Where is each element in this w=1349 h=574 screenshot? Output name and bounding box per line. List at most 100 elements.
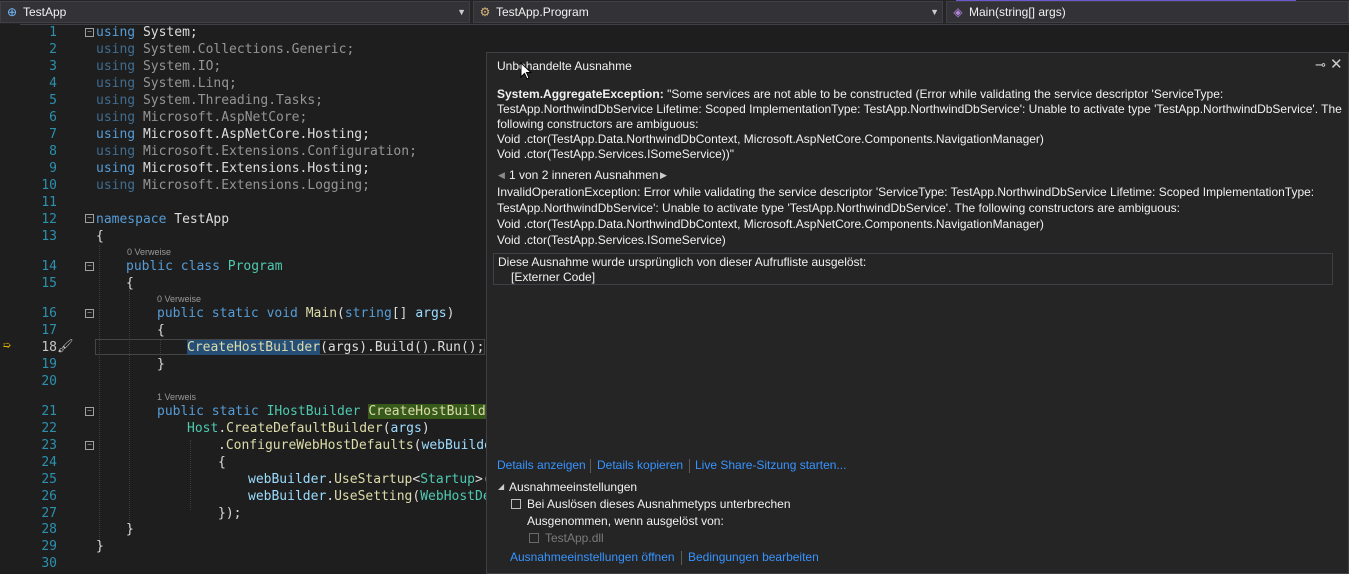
collapse-icon[interactable]: − <box>85 407 94 416</box>
line-number[interactable]: 28 <box>20 521 57 538</box>
line-number[interactable]: 25 <box>20 471 57 488</box>
code-line-1[interactable]: using System; <box>96 24 198 41</box>
code-line-23[interactable]: .ConfigureWebHostDefaults(webBuilder <box>218 437 500 454</box>
code-line-5[interactable]: using System.Threading.Tasks; <box>96 92 323 109</box>
edit-conditions-link[interactable]: Bedingungen bearbeiten <box>688 550 819 565</box>
collapse-icon[interactable]: − <box>85 262 94 271</box>
code-line-6[interactable]: using Microsoft.AspNetCore; <box>96 109 307 126</box>
line-number[interactable]: 3 <box>20 58 57 75</box>
collapse-icon[interactable]: − <box>85 441 94 450</box>
inner-exception-line: InvalidOperationException: Error while v… <box>497 185 1315 199</box>
exception-message-line: Void .ctor(TestApp.Services.ISomeService… <box>497 147 735 161</box>
line-number[interactable]: 19 <box>20 356 57 373</box>
previous-inner-icon[interactable]: ◀ <box>498 170 505 181</box>
testapp-dll-checkbox[interactable] <box>529 533 539 543</box>
code-line-14[interactable]: public class Program <box>126 258 283 275</box>
line-number[interactable]: 5 <box>20 92 57 109</box>
inner-exception-line: Void .ctor(TestApp.Data.NorthwindDbConte… <box>497 217 1044 231</box>
code-line-28[interactable]: } <box>126 521 134 538</box>
collapse-icon[interactable]: − <box>85 28 94 37</box>
line-number[interactable]: 27 <box>20 505 57 522</box>
code-line-3[interactable]: using System.IO; <box>96 58 221 75</box>
line-number[interactable]: 6 <box>20 109 57 126</box>
collapse-icon[interactable]: − <box>85 214 94 223</box>
code-line-19[interactable]: } <box>157 356 165 373</box>
code-line-26[interactable]: webBuilder.UseSetting(WebHostDe <box>248 488 491 505</box>
code-line-25[interactable]: webBuilder.UseStartup<Startup>( <box>248 471 491 488</box>
mouse-cursor-icon <box>520 62 532 80</box>
line-number[interactable]: 22 <box>20 420 57 437</box>
next-inner-icon[interactable]: ▶ <box>660 170 667 181</box>
code-line-15[interactable]: { <box>126 275 134 292</box>
quick-actions-brush-icon[interactable]: 🖌 <box>57 339 74 354</box>
line-number[interactable]: 7 <box>20 126 57 143</box>
break-on-type-checkbox[interactable] <box>511 499 521 509</box>
indent-guide <box>99 245 100 545</box>
class-dropdown-label: TestApp.Program <box>496 5 589 19</box>
member-dropdown-label: Main(string[] args) <box>969 5 1066 19</box>
line-number[interactable]: 4 <box>20 75 57 92</box>
class-icon: ⚙ <box>479 5 491 19</box>
line-number[interactable]: 15 <box>20 275 57 292</box>
selected-call[interactable]: CreateHostBuilder <box>187 340 321 355</box>
codelens-references[interactable]: 1 Verweis <box>157 391 196 403</box>
line-number[interactable]: 18 <box>20 339 57 356</box>
code-line-21[interactable]: public static IHostBuilder CreateHostBui… <box>157 403 502 420</box>
line-number[interactable]: 10 <box>20 177 57 194</box>
codelens-references[interactable]: 0 Verweise <box>127 246 171 258</box>
exception-settings-header[interactable]: Ausnahmeeinstellungen <box>509 480 637 495</box>
line-number[interactable]: 12 <box>20 211 57 228</box>
code-line-4[interactable]: using System.Linq; <box>96 75 237 92</box>
member-dropdown[interactable]: ◈ Main(string[] args) <box>946 1 1349 23</box>
line-number[interactable]: 24 <box>20 454 57 471</box>
code-line-29[interactable]: } <box>96 538 104 555</box>
line-number[interactable]: 29 <box>20 538 57 555</box>
code-line-22[interactable]: Host.CreateDefaultBuilder(args) <box>187 420 430 437</box>
line-number[interactable]: 16 <box>20 305 57 322</box>
line-number[interactable]: 26 <box>20 488 57 505</box>
start-liveshare-link[interactable]: Live Share-Sitzung starten... <box>695 458 846 473</box>
break-on-type-label[interactable]: Bei Auslösen dieses Ausnahmetyps unterbr… <box>527 497 791 512</box>
line-number[interactable]: 11 <box>20 194 57 211</box>
collapse-icon[interactable]: − <box>85 309 94 318</box>
line-number[interactable]: 14 <box>20 258 57 275</box>
line-number[interactable]: 20 <box>20 373 57 390</box>
open-exception-settings-link[interactable]: Ausnahmeeinstellungen öffnen <box>510 550 675 565</box>
code-line-18[interactable]: CreateHostBuilder(args).Build().Run(); <box>187 339 484 356</box>
expand-settings-icon[interactable]: ◢ <box>498 482 504 491</box>
method-icon: ◈ <box>953 5 963 19</box>
code-line-2[interactable]: using System.Collections.Generic; <box>96 41 354 58</box>
code-line-16[interactable]: public static void Main(string[] args) <box>157 305 454 322</box>
codelens-references[interactable]: 0 Verweise <box>157 293 201 305</box>
line-number[interactable]: 21 <box>20 403 57 420</box>
copy-details-link[interactable]: Details kopieren <box>597 458 683 473</box>
class-dropdown[interactable]: ⚙ TestApp.Program ▼ <box>473 1 943 23</box>
project-dropdown[interactable]: ⊕ TestApp ▼ <box>0 1 470 23</box>
code-line-17[interactable]: { <box>157 322 165 339</box>
line-number[interactable]: 23 <box>20 437 57 454</box>
code-line-24[interactable]: { <box>218 454 226 471</box>
pin-icon[interactable]: ⊸ <box>1315 57 1326 73</box>
line-number[interactable]: 30 <box>20 555 57 572</box>
call-stack-item[interactable]: [Externer Code] <box>511 270 595 285</box>
exception-helper-popup: Unbehandelte Ausnahme ⊸ ✕ System.Aggrega… <box>486 52 1349 574</box>
code-line-8[interactable]: using Microsoft.Extensions.Configuration… <box>96 143 417 160</box>
code-line-7[interactable]: using Microsoft.AspNetCore.Hosting; <box>96 126 370 143</box>
line-number[interactable]: 9 <box>20 160 57 177</box>
code-line-9[interactable]: using Microsoft.Extensions.Hosting; <box>96 160 370 177</box>
line-number[interactable]: 13 <box>20 228 57 245</box>
line-number[interactable]: 1 <box>20 24 57 41</box>
close-icon[interactable]: ✕ <box>1330 55 1343 73</box>
code-line-13[interactable]: { <box>96 228 104 245</box>
line-number[interactable]: 8 <box>20 143 57 160</box>
current-statement-arrow-icon: ➯ <box>3 339 11 354</box>
line-number[interactable]: 2 <box>20 41 57 58</box>
code-line-12[interactable]: namespace TestApp <box>96 211 229 228</box>
exception-message-line: following constructors are ambiguous: <box>497 117 699 131</box>
line-number[interactable]: 17 <box>20 322 57 339</box>
show-details-link[interactable]: Details anzeigen <box>497 458 586 473</box>
code-line-27[interactable]: }); <box>218 505 241 522</box>
code-line-10[interactable]: using Microsoft.Extensions.Logging; <box>96 177 370 194</box>
exception-message-line: System.AggregateException: "Some service… <box>497 87 1224 101</box>
editor-gutter <box>0 24 20 574</box>
